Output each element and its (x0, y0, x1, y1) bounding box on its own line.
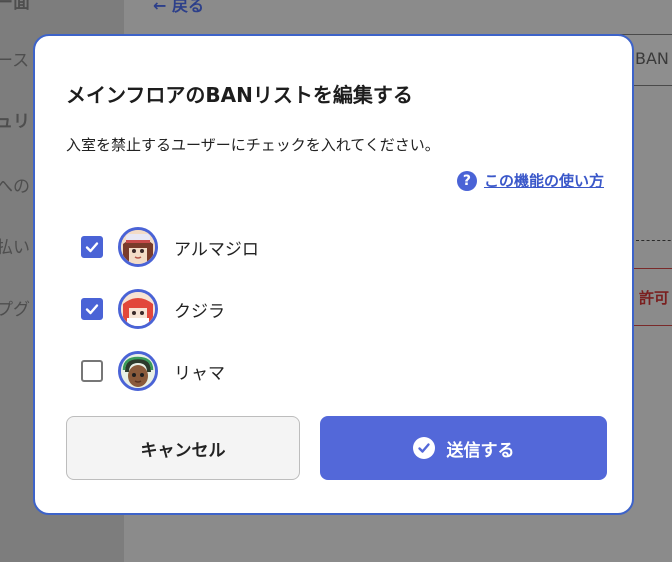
background-divider (636, 240, 672, 241)
user-name: クジラ (174, 301, 225, 322)
checkmark-icon (85, 242, 99, 253)
help-link-label[interactable]: この機能の使い方 (484, 170, 604, 191)
cancel-button[interactable]: キャンセル (66, 416, 300, 480)
checkmark-icon (85, 304, 99, 315)
sidebar-item-fragment: ース (0, 51, 30, 71)
user-row-armadillo[interactable]: アルマジロ (81, 216, 581, 278)
user-checkbox-llama[interactable] (81, 360, 103, 382)
user-name: アルマジロ (174, 239, 259, 260)
modal-description: 入室を禁止するユーザーにチェックを入れてください。 (66, 136, 440, 154)
sidebar-item-fragment: ー面 (0, 0, 30, 13)
user-row-llama[interactable]: リャマ (81, 340, 581, 402)
sidebar-item-fragment: への (0, 177, 30, 197)
sidebar-item-fragment: ュリ (0, 112, 30, 132)
sidebar-item-fragment: 払い (0, 238, 30, 258)
background-field-text: BAN (635, 49, 669, 68)
ban-list-modal: メインフロアのBANリストを編集する 入室を禁止するユーザーにチェックを入れてく… (33, 34, 634, 515)
user-checkbox-whale[interactable] (81, 298, 103, 320)
back-link[interactable]: ← 戻る (153, 0, 204, 16)
avatar-llama (118, 351, 158, 391)
cancel-button-label: キャンセル (140, 440, 226, 461)
user-row-whale[interactable]: クジラ (81, 278, 581, 340)
modal-title: メインフロアのBANリストを編集する (66, 83, 413, 107)
help-link[interactable]: ? この機能の使い方 (456, 170, 604, 191)
user-name: リャマ (174, 363, 225, 384)
background-permission-text: 許可 (639, 289, 670, 307)
question-circle-icon: ? (456, 170, 477, 191)
avatar-whale (118, 289, 158, 329)
submit-button-label: 送信する (446, 440, 515, 461)
avatar-armadillo (118, 227, 158, 267)
sidebar-item-fragment: プグ (0, 300, 30, 320)
user-checkbox-armadillo[interactable] (81, 236, 103, 258)
user-list: アルマジロ クジラ リャマ (81, 216, 581, 402)
submit-button[interactable]: 送信する (320, 416, 607, 480)
check-circle-icon (412, 437, 435, 459)
